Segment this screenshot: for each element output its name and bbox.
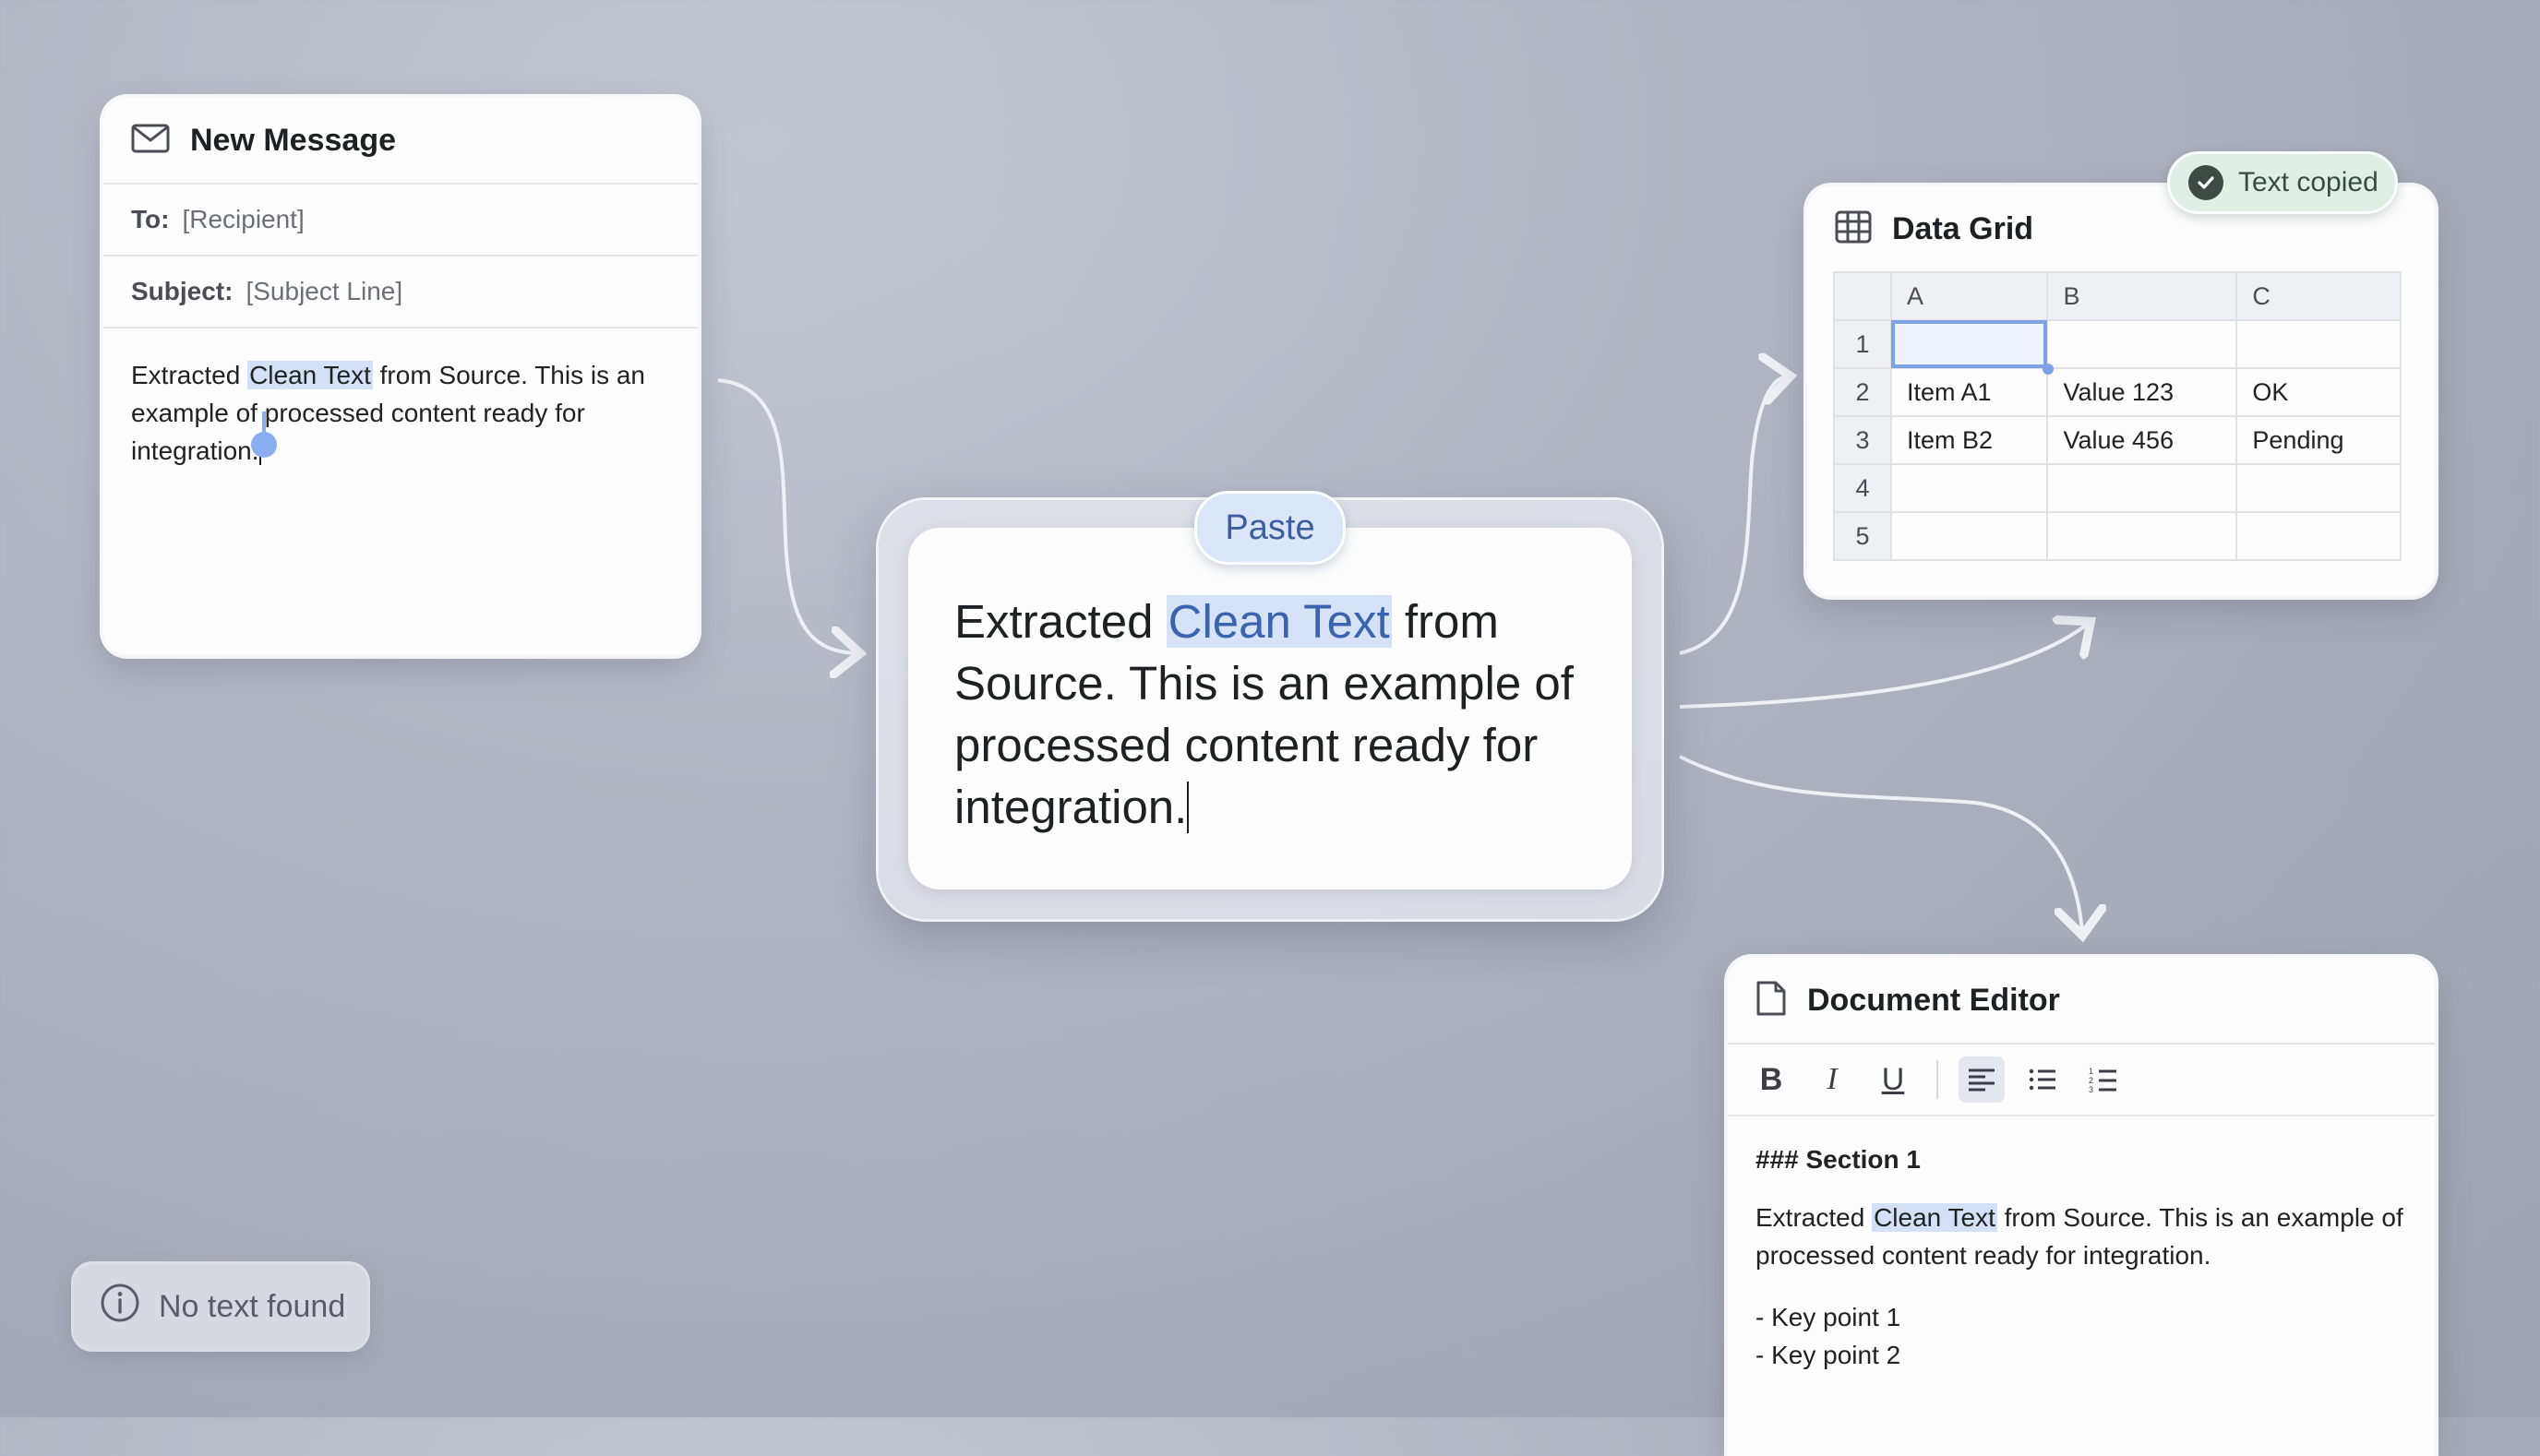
- text-copied-toast: Text copied: [2167, 151, 2398, 214]
- paste-text: Extracted Clean Text from Source. This i…: [908, 528, 1632, 838]
- column-header[interactable]: C: [2235, 271, 2402, 321]
- subject-label: Subject:: [131, 277, 234, 305]
- bullet-list: - Key point 1 - Key point 2: [1755, 1298, 2407, 1374]
- underline-button[interactable]: U: [1870, 1056, 1916, 1103]
- svg-text:2: 2: [2089, 1076, 2093, 1085]
- column-header[interactable]: A: [1889, 271, 2049, 321]
- align-left-icon: [1969, 1068, 1995, 1092]
- arrow-paste-to-doc: [1679, 755, 2082, 932]
- table-cell[interactable]: [2046, 511, 2238, 561]
- arrow-email-to-paste: [717, 378, 857, 653]
- row-header[interactable]: 1: [1833, 319, 1892, 369]
- email-body-text: Extracted: [131, 361, 248, 389]
- table-cell[interactable]: Item A1: [1889, 367, 2049, 417]
- table-row: 3 Item B2 Value 456 Pending: [1833, 415, 2402, 465]
- table-cell[interactable]: OK: [2235, 367, 2402, 417]
- info-icon: [100, 1283, 140, 1331]
- table-cell[interactable]: [1889, 511, 2049, 561]
- email-header: New Message: [103, 98, 698, 185]
- doc-title: Document Editor: [1807, 982, 2060, 1018]
- paste-button[interactable]: Paste: [1194, 491, 1346, 565]
- table-cell[interactable]: Item B2: [1889, 415, 2049, 465]
- paste-panel: Extracted Clean Text from Source. This i…: [879, 491, 1661, 919]
- svg-text:3: 3: [2089, 1085, 2093, 1093]
- list-item: - Key point 2: [1755, 1341, 1901, 1369]
- numbered-list-icon: 123: [2089, 1067, 2116, 1093]
- section-heading: ### Section 1: [1755, 1145, 1921, 1174]
- paste-text-start: Extracted: [954, 595, 1167, 648]
- email-body-highlight[interactable]: Clean Text: [247, 361, 373, 389]
- no-text-found-notice: No text found: [74, 1264, 367, 1349]
- table-cell[interactable]: Value 123: [2046, 367, 2238, 417]
- table-cell[interactable]: [1889, 463, 2049, 513]
- align-left-button[interactable]: [1959, 1056, 2005, 1103]
- table-row: 2 Item A1 Value 123 OK: [1833, 367, 2402, 417]
- row-header[interactable]: 2: [1833, 367, 1892, 417]
- subject-input[interactable]: [Subject Line]: [246, 277, 402, 306]
- table-cell[interactable]: Pending: [2235, 415, 2402, 465]
- list-item: - Key point 1: [1755, 1303, 1901, 1331]
- table-cell[interactable]: [2046, 463, 2238, 513]
- table-row: 4: [1833, 463, 2402, 513]
- toast-label: Text copied: [2238, 167, 2378, 197]
- column-header[interactable]: B: [2046, 271, 2238, 321]
- row-header[interactable]: 5: [1833, 511, 1892, 561]
- table-row: 1: [1833, 319, 2402, 376]
- check-circle-icon: [2188, 165, 2223, 200]
- document-body[interactable]: ### Section 1 Extracted Clean Text from …: [1728, 1116, 2435, 1398]
- mail-icon: [131, 124, 170, 158]
- document-paragraph: Extracted Clean Text from Source. This i…: [1755, 1199, 2407, 1274]
- document-icon: [1755, 980, 1787, 1021]
- data-grid-window: Data Grid A B C 1 2 Item A1 Value 123 OK…: [1807, 186, 2435, 596]
- table-row: 5: [1833, 511, 2402, 561]
- italic-button[interactable]: I: [1809, 1056, 1855, 1103]
- email-compose-window: New Message To: [Recipient] Subject: [Su…: [103, 98, 698, 655]
- bold-button[interactable]: B: [1748, 1056, 1794, 1103]
- arrow-paste-to-grid-top: [1679, 376, 1787, 655]
- selection-handle[interactable]: [251, 412, 277, 458]
- column-header-row: A B C: [1833, 271, 2402, 321]
- no-text-label: No text found: [159, 1288, 346, 1324]
- to-input[interactable]: [Recipient]: [182, 205, 304, 234]
- bullet-list-icon: [2029, 1068, 2055, 1091]
- email-body[interactable]: Extracted Clean Text from Source. This i…: [103, 328, 698, 497]
- subject-field[interactable]: Subject: [Subject Line]: [103, 257, 698, 328]
- row-header[interactable]: 4: [1833, 463, 1892, 513]
- text-cursor: [1187, 782, 1190, 833]
- to-field[interactable]: To: [Recipient]: [103, 185, 698, 257]
- paragraph-highlight[interactable]: Clean Text: [1872, 1203, 1997, 1232]
- paste-text-box[interactable]: Extracted Clean Text from Source. This i…: [908, 528, 1632, 889]
- email-title: New Message: [190, 122, 396, 158]
- arrow-paste-to-grid: [1679, 624, 2088, 709]
- spreadsheet-table: A B C 1 2 Item A1 Value 123 OK 3 Item B2…: [1833, 271, 2402, 561]
- formatting-toolbar: B I U 123: [1728, 1044, 2435, 1116]
- table-icon: [1835, 210, 1872, 248]
- toolbar-divider: [1936, 1060, 1938, 1099]
- to-label: To:: [131, 205, 170, 233]
- table-cell[interactable]: [2046, 319, 2238, 369]
- row-header[interactable]: 3: [1833, 415, 1892, 465]
- paragraph-text: Extracted: [1755, 1203, 1873, 1232]
- corner-cell: [1833, 271, 1892, 321]
- table-cell[interactable]: [2235, 319, 2402, 369]
- selected-cell[interactable]: [1889, 319, 2055, 376]
- table-cell[interactable]: [2235, 463, 2402, 513]
- table-cell[interactable]: Value 456: [2046, 415, 2238, 465]
- grid-title: Data Grid: [1892, 210, 2034, 246]
- document-editor-window: Document Editor B I U 123 ### Section 1 …: [1728, 958, 2435, 1456]
- doc-header: Document Editor: [1728, 958, 2435, 1044]
- svg-text:1: 1: [2089, 1067, 2093, 1076]
- paste-text-highlight[interactable]: Clean Text: [1166, 595, 1392, 648]
- bullet-list-button[interactable]: [2019, 1056, 2066, 1103]
- numbered-list-button[interactable]: 123: [2080, 1056, 2127, 1103]
- table-cell[interactable]: [2235, 511, 2402, 561]
